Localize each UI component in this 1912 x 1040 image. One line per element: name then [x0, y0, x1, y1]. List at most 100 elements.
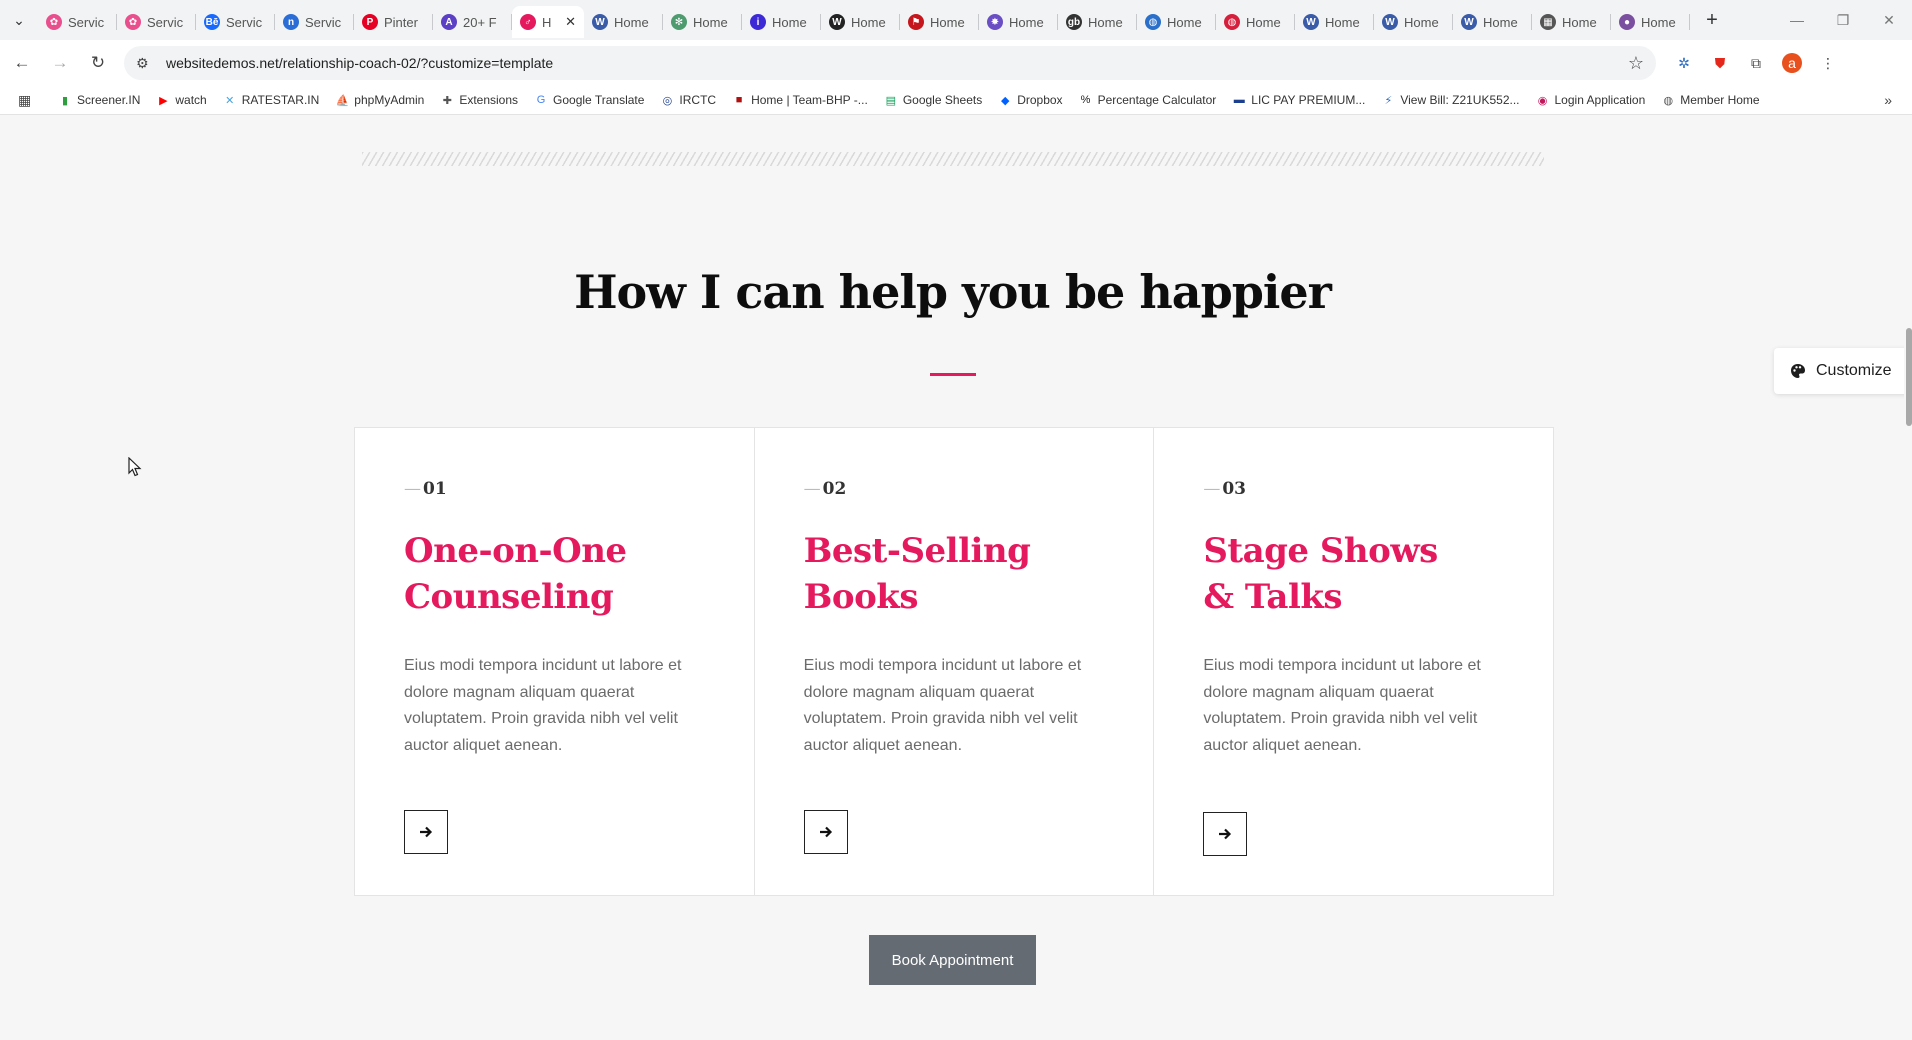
arrow-right-icon [420, 826, 433, 838]
tab-favicon-icon: gb [1066, 14, 1082, 30]
browser-tab[interactable]: W Home [584, 6, 663, 38]
tab-title: H [542, 14, 552, 30]
bookmark-label: LIC PAY PREMIUM... [1251, 93, 1366, 107]
tab-favicon-icon: W [829, 14, 845, 30]
new-tab-button[interactable]: + [1696, 9, 1728, 32]
card-arrow-button[interactable] [803, 810, 848, 854]
bookmark-item[interactable]: % Percentage Calculator [1079, 93, 1217, 107]
youtube-icon: ▶ [159, 94, 168, 107]
card-arrow-button[interactable] [404, 810, 448, 854]
browser-tab[interactable]: n Servic [275, 6, 354, 38]
browser-tab[interactable]: ◍ Home [1137, 6, 1216, 38]
bookmark-item[interactable]: ▮ Screener.IN [58, 93, 140, 107]
bookmark-item[interactable]: ✕ RATESTAR.IN [223, 93, 319, 107]
menu-kebab-icon[interactable]: ⋮ [1818, 53, 1838, 73]
page-scrollbar[interactable] [1904, 115, 1912, 1040]
tab-title: Home [851, 14, 886, 30]
card-description: Eius modi tempora incidunt ut labore et … [803, 657, 1082, 754]
tab-title: Home [1167, 14, 1202, 30]
tab-title: Home [1562, 14, 1597, 30]
profile-avatar[interactable]: a [1782, 53, 1802, 73]
browser-tab[interactable]: ✸ Home [979, 6, 1058, 38]
bookmark-item[interactable]: ⛵ phpMyAdmin [335, 93, 424, 107]
bookmark-item[interactable]: G Google Translate [534, 93, 645, 107]
browser-tab[interactable]: ◍ Home [1216, 6, 1295, 38]
site-info-icon[interactable]: ⚙ [136, 55, 156, 72]
browser-tab[interactable]: W Home [821, 6, 900, 38]
tab-favicon-icon: W [1461, 14, 1477, 30]
bookmark-label: Dropbox [1017, 93, 1063, 107]
tab-close-icon[interactable]: ✕ [565, 14, 576, 30]
browser-tab[interactable]: ● Home [1611, 6, 1690, 38]
section-title: How I can help you be happier [574, 265, 1332, 319]
customize-button[interactable]: Customize [1774, 348, 1912, 394]
bookmark-item[interactable]: ◉ Login Application [1536, 93, 1646, 107]
bookmark-item[interactable]: ⚡ View Bill: Z21UK552... [1381, 93, 1519, 107]
forward-button[interactable]: → [44, 47, 76, 79]
browser-tab[interactable]: A 20+ F [433, 6, 512, 38]
bar-chart-icon: ▮ [61, 94, 69, 107]
bookmark-list: ▮ Screener.IN ▶ watch ✕ RATESTAR.IN ⛵ phpMyAdmi… [58, 93, 1776, 107]
brave-shield-icon[interactable]: ⛊ [1710, 53, 1730, 73]
tab-favicon-icon: ✻ [671, 14, 687, 30]
bookmark-item[interactable]: ▶ watch [156, 93, 207, 107]
bookmark-star-icon[interactable]: ☆ [1628, 53, 1644, 74]
globe-icon: ◍ [1663, 94, 1674, 107]
extension-icon[interactable]: ✲ [1674, 53, 1694, 73]
arrow-right-icon [1219, 828, 1232, 840]
bookmark-item[interactable]: ▬ LIC PAY PREMIUM... [1232, 93, 1366, 107]
tab-title: Home [614, 14, 649, 30]
browser-tab[interactable]: ⚑ Home [900, 6, 979, 38]
card-title[interactable]: One-on-One Counseling [404, 528, 704, 620]
extensions-area: ✲ ⛊ ⧉ a ⋮ [1674, 53, 1838, 73]
tab-title: Pinter [384, 14, 418, 30]
tab-title: Home [1088, 14, 1123, 30]
tab-search-chevron-icon[interactable]: ⌄ [0, 0, 38, 40]
bookmark-label: Screener.IN [77, 93, 141, 107]
bookmark-item[interactable]: ◍ Member Home [1661, 93, 1759, 107]
back-button[interactable]: ← [6, 47, 38, 79]
tab-title: 20+ F [463, 14, 497, 30]
address-bar[interactable]: ⚙ websitedemos.net/relationship-coach-02… [124, 46, 1656, 80]
bookmark-item[interactable]: ▤ Google Sheets [884, 93, 983, 107]
browser-tab[interactable]: ▦ Home [1532, 6, 1611, 38]
browser-tab[interactable]: ✿ Servic [38, 6, 117, 38]
close-window-icon[interactable]: ✕ [1866, 0, 1912, 40]
irctc-icon: ◎ [662, 94, 673, 107]
tab-title: Home [1325, 14, 1360, 30]
tab-favicon-icon: ♂ [520, 14, 536, 30]
bookmark-item[interactable]: ◎ IRCTC [660, 93, 716, 107]
apps-grid-icon[interactable]: ▦ [18, 92, 36, 109]
browser-tab[interactable]: W Home [1374, 6, 1453, 38]
scrollbar-thumb[interactable] [1906, 328, 1912, 426]
browser-tab[interactable]: ♂ H ✕ [512, 6, 584, 38]
arrow-right-icon [819, 826, 832, 838]
card-title[interactable]: Best-Selling Books [804, 528, 1104, 620]
customize-label: Customize [1816, 362, 1892, 379]
browser-tab[interactable]: ✻ Home [663, 6, 742, 38]
minimize-icon[interactable]: — [1774, 0, 1820, 40]
card-title[interactable]: Stage Shows & Talks [1203, 528, 1503, 620]
browser-tab[interactable]: Bē Servic [196, 6, 275, 38]
tab-favicon-icon: i [750, 14, 766, 30]
bookmark-label: Extensions [459, 93, 519, 107]
book-appointment-button[interactable]: Book Appointment [869, 935, 1036, 985]
browser-tab[interactable]: W Home [1295, 6, 1374, 38]
restore-icon[interactable]: ❐ [1820, 0, 1866, 40]
bookmark-item[interactable]: ✚ Extensions [440, 93, 518, 107]
browser-tab[interactable]: P Pinter [354, 6, 433, 38]
browser-tab[interactable]: gb Home [1058, 6, 1137, 38]
url-text[interactable]: websitedemos.net/relationship-coach-02/?… [166, 55, 553, 71]
bookmark-item[interactable]: ◆ Dropbox [998, 93, 1063, 107]
browser-tab[interactable]: W Home [1453, 6, 1532, 38]
bookmarks-overflow-icon[interactable]: » [1884, 92, 1892, 108]
browser-tab[interactable]: ✿ Servic [117, 6, 196, 38]
bookmarks-bar: ▦ ▮ Screener.IN ▶ watch ✕ RATESTAR.IN ⛵ phpMyAd… [0, 86, 1912, 115]
card-arrow-button[interactable] [1203, 812, 1248, 856]
browser-tab[interactable]: i Home [742, 6, 821, 38]
sheets-icon: ▤ [885, 94, 897, 107]
reload-button[interactable]: ↻ [82, 47, 114, 79]
extensions-puzzle-icon[interactable]: ⧉ [1746, 53, 1766, 73]
bookmark-item[interactable]: ■ Home | Team-BHP -... [732, 93, 868, 107]
card-description: Eius modi tempora incidunt ut labore et … [1203, 657, 1481, 754]
